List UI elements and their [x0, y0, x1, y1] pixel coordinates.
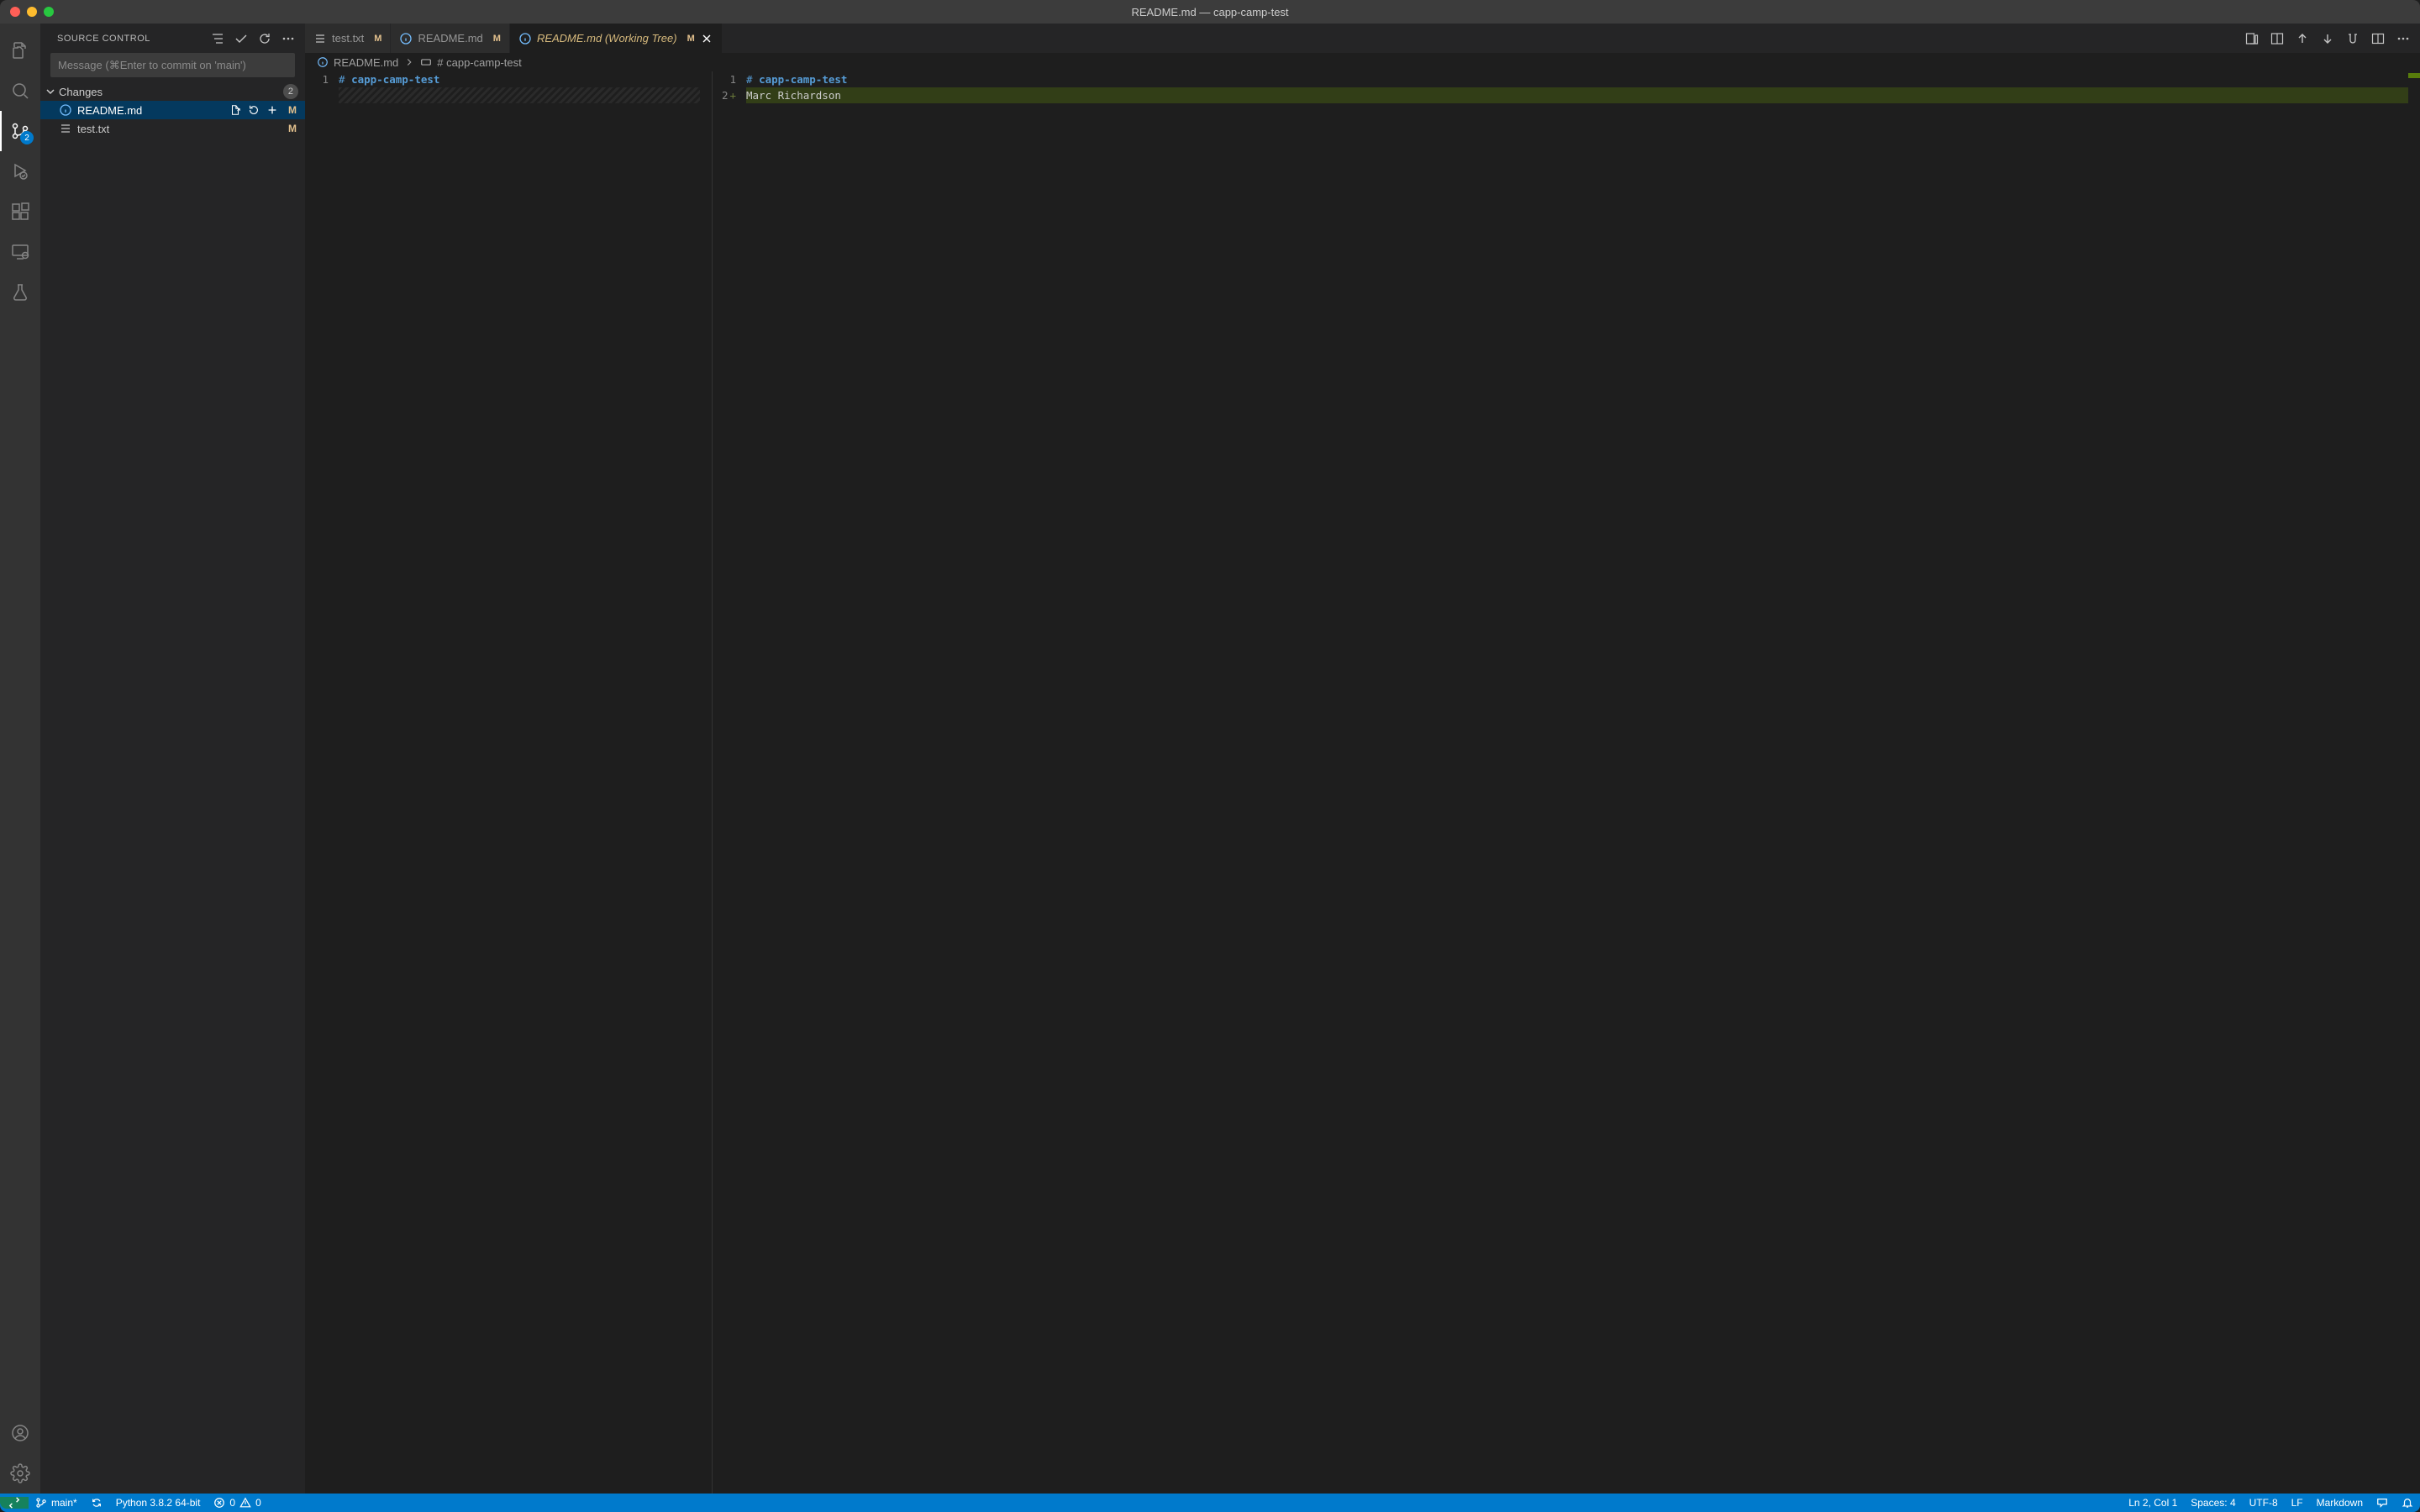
breadcrumb-heading: # capp-camp-test: [437, 56, 521, 69]
view-as-tree-icon[interactable]: [211, 32, 224, 45]
language-mode[interactable]: Markdown: [2310, 1497, 2370, 1509]
file-status: M: [288, 104, 297, 116]
breadcrumbs[interactable]: README.md # capp-camp-test: [305, 53, 2420, 71]
source-control-icon[interactable]: 2: [0, 111, 40, 151]
changes-section-header[interactable]: Changes 2: [40, 82, 305, 101]
stage-change-icon[interactable]: [266, 104, 278, 116]
lines-icon: [59, 122, 72, 135]
diff-editor[interactable]: 1 # capp-camp-test 12+ # capp-camp-testM…: [305, 71, 2420, 1494]
split-editor-icon[interactable]: [2371, 32, 2385, 45]
sidebar-header: SOURCE CONTROL: [40, 24, 305, 53]
accounts-icon[interactable]: [0, 1413, 40, 1453]
info-icon: [59, 103, 72, 117]
line-gutter-left: 1: [305, 71, 339, 1494]
branch-name: main*: [51, 1497, 77, 1509]
branch-indicator[interactable]: main*: [29, 1497, 84, 1509]
lines-icon: [313, 32, 327, 45]
changes-label: Changes: [59, 86, 283, 98]
problems-indicator[interactable]: 0 0: [207, 1497, 267, 1509]
overview-ruler-left: [700, 71, 712, 1494]
close-tab-icon[interactable]: [700, 32, 713, 45]
refresh-icon[interactable]: [258, 32, 271, 45]
changes-file-list: README.md Mtest.txt M: [40, 101, 305, 138]
more-actions-icon[interactable]: [281, 32, 295, 45]
eol[interactable]: LF: [2285, 1497, 2310, 1509]
tab-bar: test.txtMREADME.mdMREADME.md (Working Tr…: [305, 24, 2420, 53]
changed-file-row[interactable]: test.txt M: [40, 119, 305, 138]
changed-file-row[interactable]: README.md M: [40, 101, 305, 119]
whitespace-icon[interactable]: [2346, 32, 2360, 45]
editor-area: test.txtMREADME.mdMREADME.md (Working Tr…: [305, 24, 2420, 1494]
close-window-button[interactable]: [10, 7, 20, 17]
info-icon: [317, 56, 329, 68]
arrow-up-icon[interactable]: [2296, 32, 2309, 45]
tab-label: README.md: [418, 32, 482, 45]
testing-icon[interactable]: [0, 272, 40, 312]
encoding[interactable]: UTF-8: [2243, 1497, 2285, 1509]
window-title: README.md — capp-camp-test: [1131, 6, 1288, 18]
indentation[interactable]: Spaces: 4: [2184, 1497, 2242, 1509]
info-icon: [399, 32, 413, 45]
tab-status: M: [493, 34, 501, 44]
remote-indicator[interactable]: [0, 1497, 29, 1509]
code-content-left: # capp-camp-test: [339, 71, 712, 1494]
titlebar: README.md — capp-camp-test: [0, 0, 2420, 24]
editor-tab[interactable]: test.txt M: [305, 24, 391, 53]
chevron-right-icon: [403, 56, 415, 68]
symbol-string-icon: [420, 56, 432, 68]
window-controls: [10, 7, 54, 17]
feedback-icon[interactable]: [2370, 1497, 2395, 1509]
remote-explorer-icon[interactable]: [0, 232, 40, 272]
activity-bar: 2: [0, 24, 40, 1494]
info-icon: [518, 32, 532, 45]
maximize-window-button[interactable]: [44, 7, 54, 17]
editor-tab[interactable]: README.md M: [391, 24, 509, 53]
overview-insert-mark: [2408, 73, 2420, 78]
editor-tab[interactable]: README.md (Working Tree) M: [510, 24, 723, 53]
discard-changes-icon[interactable]: [248, 104, 260, 116]
file-name: README.md: [77, 104, 224, 117]
tab-label: README.md (Working Tree): [537, 32, 677, 45]
chevron-down-icon: [44, 85, 57, 98]
minimize-window-button[interactable]: [27, 7, 37, 17]
file-status: M: [288, 123, 297, 134]
breadcrumb-file: README.md: [334, 56, 398, 69]
cursor-position[interactable]: Ln 2, Col 1: [2122, 1497, 2184, 1509]
tab-label: test.txt: [332, 32, 364, 45]
commit-message-input[interactable]: [50, 53, 295, 77]
scm-badge: 2: [20, 131, 34, 144]
open-changes-icon[interactable]: [2245, 32, 2259, 45]
commit-check-icon[interactable]: [234, 32, 248, 45]
sidebar-title: SOURCE CONTROL: [57, 34, 211, 44]
tab-status: M: [374, 34, 381, 44]
status-bar: main* Python 3.8.2 64-bit 0 0 Ln 2, Col …: [0, 1494, 2420, 1512]
overview-ruler-right: [2408, 71, 2420, 1494]
open-file-icon[interactable]: [229, 104, 241, 116]
line-gutter-right: 12+: [713, 71, 746, 1494]
search-icon[interactable]: [0, 71, 40, 111]
code-content-right: # capp-camp-testMarc Richardson: [746, 71, 2420, 1494]
python-interpreter[interactable]: Python 3.8.2 64-bit: [109, 1497, 208, 1509]
explorer-icon[interactable]: [0, 30, 40, 71]
tab-status: M: [687, 34, 695, 44]
diff-modified-pane[interactable]: 12+ # capp-camp-testMarc Richardson: [713, 71, 2420, 1494]
run-debug-icon[interactable]: [0, 151, 40, 192]
arrow-down-icon[interactable]: [2321, 32, 2334, 45]
diff-original-pane[interactable]: 1 # capp-camp-test: [305, 71, 713, 1494]
notifications-icon[interactable]: [2395, 1497, 2420, 1509]
toggle-inline-icon[interactable]: [2270, 32, 2284, 45]
changes-count-badge: 2: [283, 84, 298, 99]
file-name: test.txt: [77, 123, 278, 135]
more-editor-actions-icon[interactable]: [2396, 32, 2410, 45]
extensions-icon[interactable]: [0, 192, 40, 232]
settings-gear-icon[interactable]: [0, 1453, 40, 1494]
source-control-sidebar: SOURCE CONTROL Changes 2 README.md Mtest.…: [40, 24, 305, 1494]
sync-button[interactable]: [84, 1497, 109, 1509]
